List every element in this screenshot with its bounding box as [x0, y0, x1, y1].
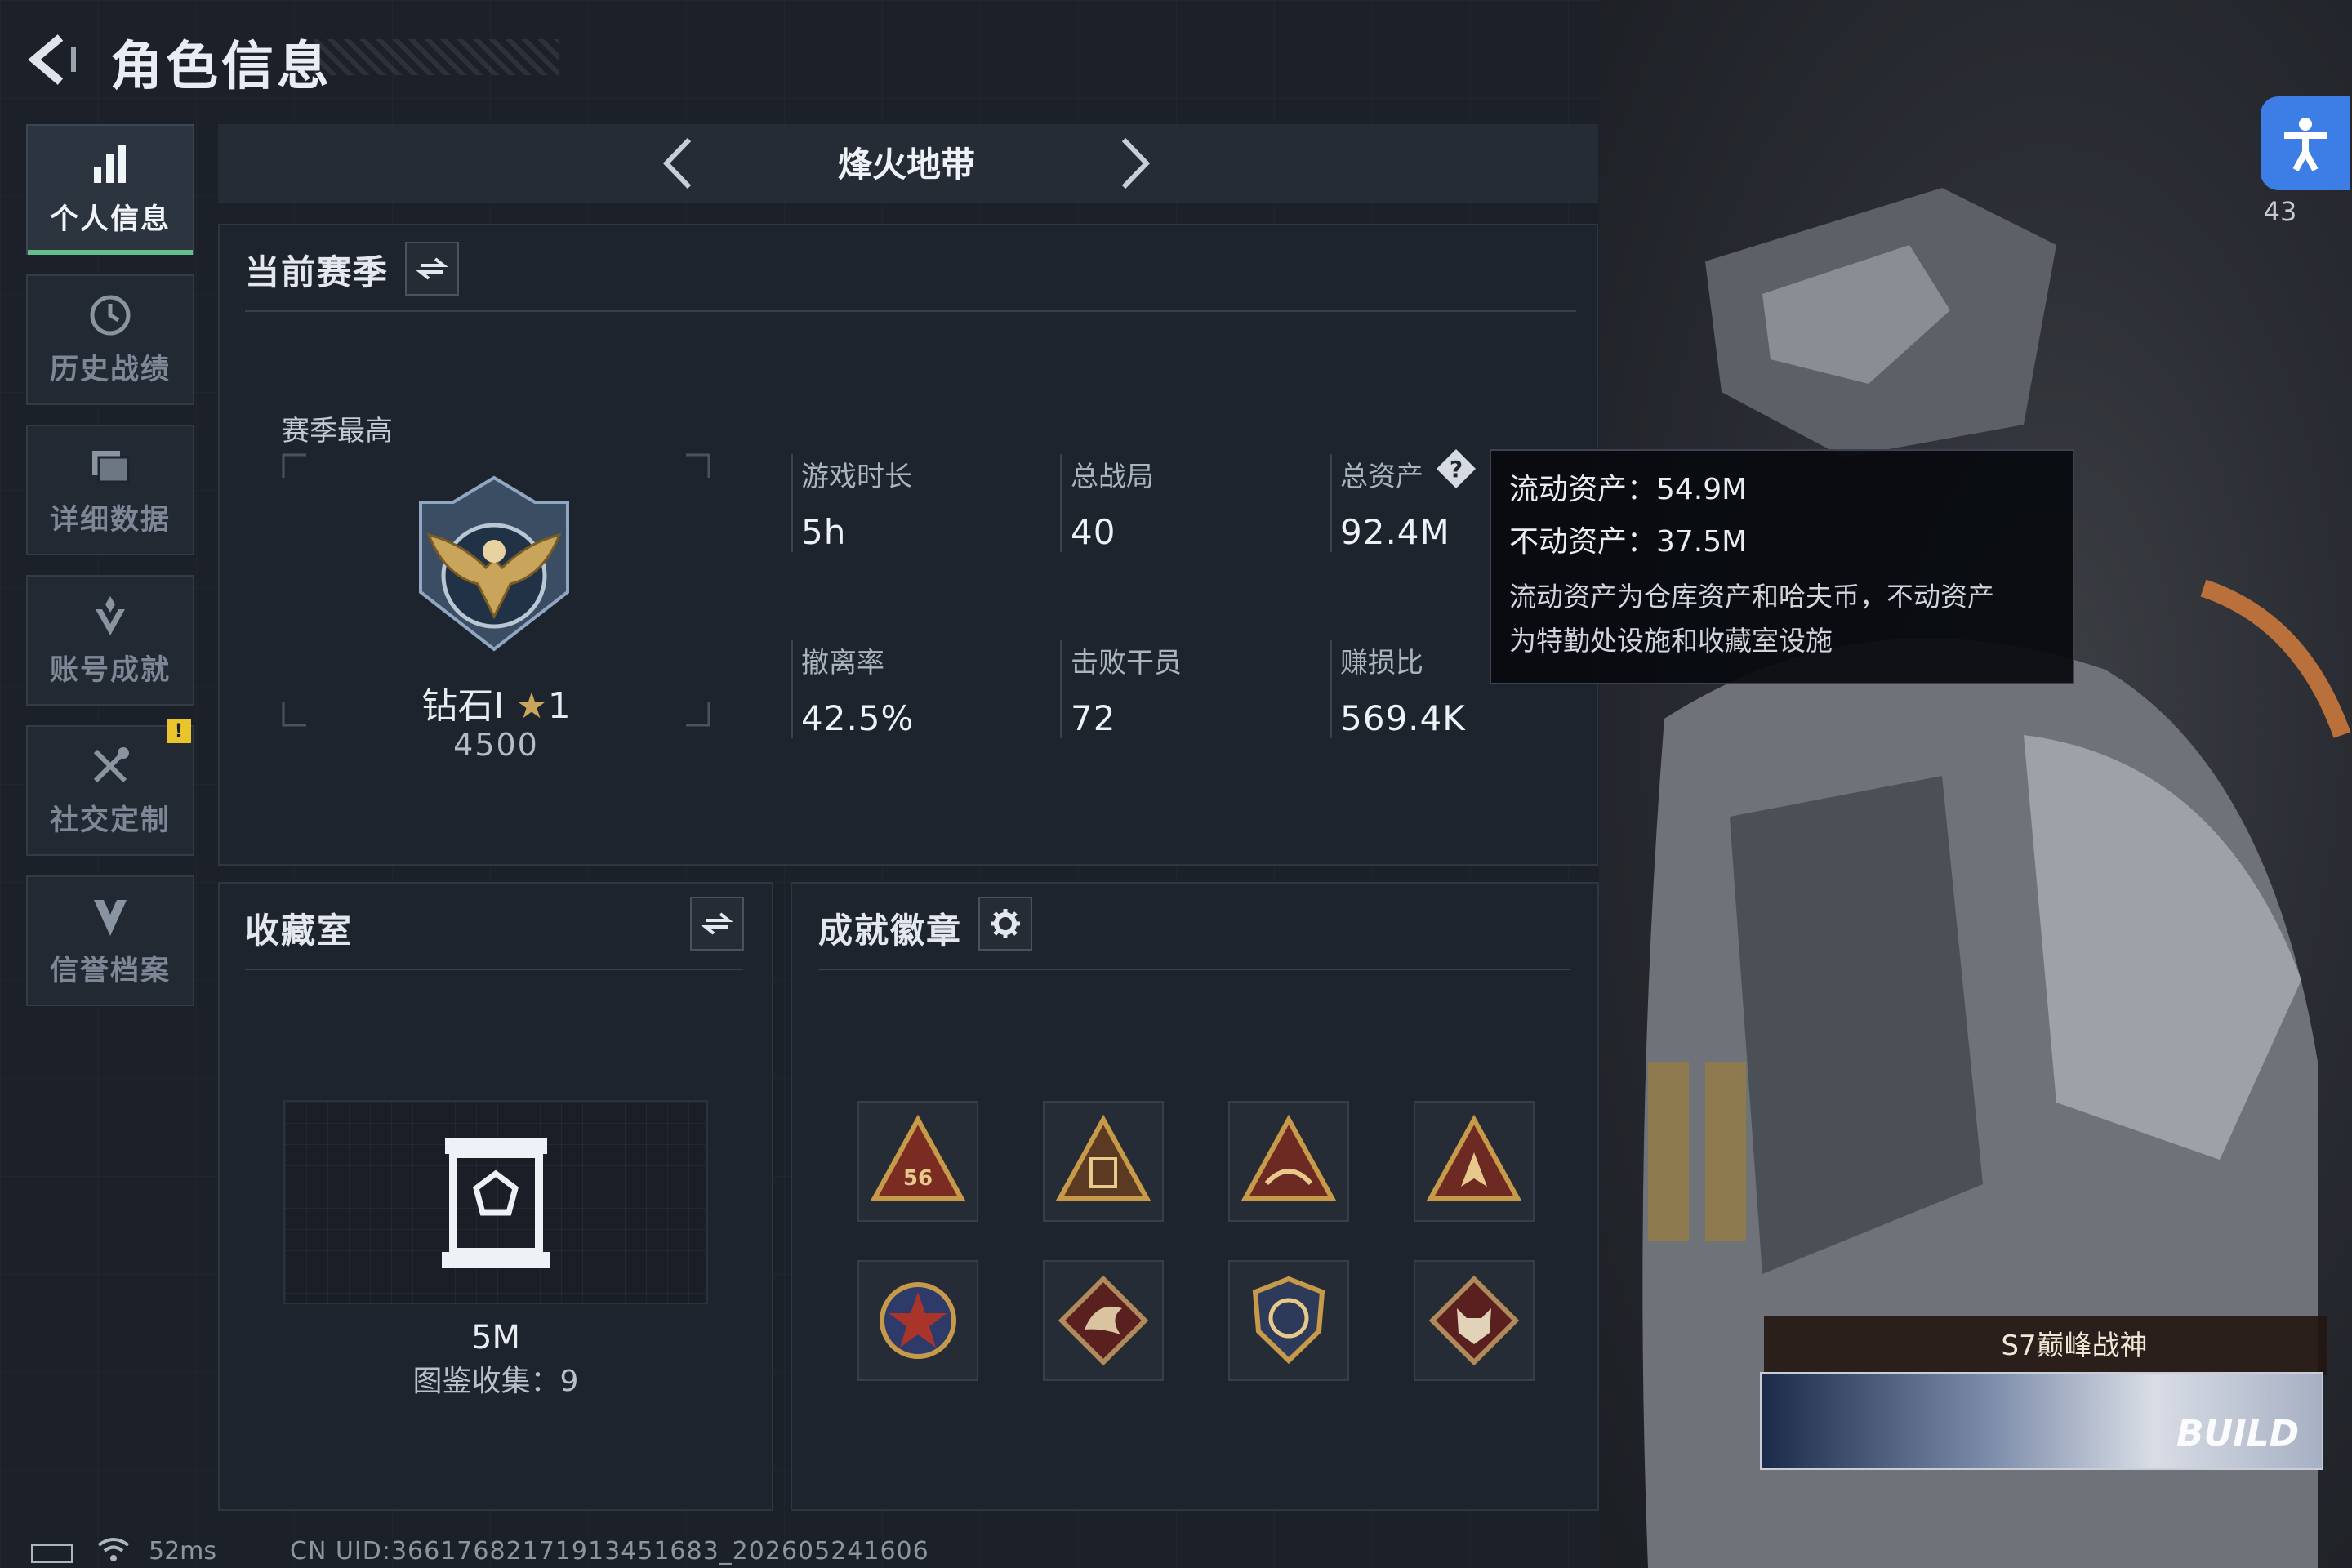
- page-title: 角色信息: [110, 37, 332, 97]
- star-badge-icon: [880, 1282, 956, 1359]
- sidebar-item-history[interactable]: 历史战绩: [26, 274, 194, 405]
- ping-count: 43: [2263, 196, 2297, 227]
- swap-icon: [701, 912, 733, 935]
- wifi-icon: [97, 1538, 130, 1561]
- display-case-icon: [442, 1138, 550, 1268]
- tooltip-description-2: 为特勤处设施和收藏室设施: [1509, 625, 1833, 657]
- rank-emblem-icon: [419, 475, 569, 652]
- triangle-badge-icon: [1241, 1114, 1337, 1200]
- title-decoration: [314, 39, 559, 75]
- battery-icon: [31, 1544, 74, 1563]
- mode-title: 烽火地带: [837, 145, 975, 185]
- fixed-assets: 不动资产：37.5M: [1509, 525, 1748, 559]
- stat-label: 撤离率: [801, 647, 884, 679]
- accessibility-icon: [2284, 117, 2327, 172]
- triangle-badge-icon: 56: [870, 1114, 966, 1200]
- badge-item[interactable]: [1043, 1101, 1164, 1222]
- badges-title: 成就徽章: [818, 911, 963, 951]
- sidebar-item-label: 详细数据: [49, 503, 171, 537]
- triangle-badge-icon: [1055, 1114, 1152, 1200]
- triangle-badge-icon: [1426, 1114, 1522, 1200]
- divider: [245, 310, 1576, 312]
- chevron-left-icon[interactable]: [653, 135, 702, 192]
- stat-label: 击败干员: [1071, 647, 1182, 679]
- season-switch-button[interactable]: [405, 242, 459, 296]
- tools-icon: [93, 746, 129, 782]
- stat-profit-ratio: 赚损比 569.4K: [1330, 640, 1466, 738]
- swap-icon: [416, 257, 448, 280]
- sidebar-item-achievements[interactable]: 账号成就: [26, 575, 194, 706]
- divider: [245, 969, 743, 970]
- chevron-right-icon[interactable]: [1111, 135, 1160, 192]
- asset-tooltip: 流动资产：54.9M 不动资产：37.5M 流动资产为仓库资产和哈夫币，不动资产…: [1490, 449, 2074, 684]
- help-icon[interactable]: ?: [1435, 448, 1477, 490]
- star-icon: ★: [515, 685, 548, 727]
- stat-value: 40: [1071, 512, 1116, 552]
- collection-value: 5M: [471, 1319, 520, 1356]
- stat-label: 总战局: [1071, 461, 1154, 493]
- stat-value: 5h: [801, 512, 847, 552]
- sidebar-item-label: 历史战绩: [49, 353, 171, 386]
- back-arrow-icon[interactable]: [24, 31, 90, 88]
- sidebar-item-label: 信誉档案: [49, 954, 171, 987]
- rank-name-line: 钻石Ⅰ ★1: [282, 676, 710, 728]
- shield-badge-icon: [1252, 1276, 1325, 1365]
- liquid-assets: 流动资产：54.9M: [1509, 473, 1748, 506]
- badge-item[interactable]: [858, 1260, 978, 1381]
- bar-chart-icon: [94, 145, 126, 183]
- banner-text: BUILD: [2176, 1413, 2300, 1454]
- sidebar-item-profile[interactable]: 个人信息: [26, 124, 194, 255]
- rank-stars: 1: [547, 685, 571, 727]
- tooltip-description-1: 流动资产为仓库资产和哈夫币，不动资产: [1509, 581, 1994, 612]
- sidebar-item-label: 个人信息: [49, 203, 171, 236]
- badge-item[interactable]: [1228, 1101, 1349, 1222]
- stat-value: 72: [1071, 698, 1116, 738]
- sidebar-item-social[interactable]: 社交定制: [26, 725, 194, 856]
- badge-item[interactable]: [1228, 1260, 1349, 1381]
- stat-label: 总资产: [1340, 461, 1423, 493]
- sidebar-item-reputation[interactable]: 信誉档案: [26, 875, 194, 1006]
- folder-icon: [92, 450, 130, 483]
- collection-switch-button[interactable]: [690, 897, 744, 951]
- latency: 52ms: [149, 1537, 217, 1566]
- sidebar-item-label: 社交定制: [49, 804, 171, 837]
- badges-settings-button[interactable]: [978, 897, 1032, 951]
- title-card-text: S7巅峰战神: [2001, 1330, 2148, 1362]
- alert-badge: !: [167, 719, 191, 743]
- sidebar-item-label: 账号成就: [49, 653, 171, 687]
- wolf-badge-icon: [1428, 1275, 1520, 1366]
- badge-item[interactable]: [1043, 1260, 1164, 1381]
- stat-matches: 总战局 40: [1060, 454, 1154, 552]
- badge-item[interactable]: 56: [858, 1101, 978, 1222]
- stat-total-assets: 总资产 92.4M: [1330, 454, 1450, 552]
- dragon-badge-icon: [1058, 1275, 1149, 1366]
- user-uid: CN UID:3661768217191345168​3_20260524160…: [290, 1537, 929, 1566]
- stat-kills: 击败干员 72: [1060, 640, 1182, 738]
- stat-label: 赚损比: [1340, 647, 1423, 679]
- history-icon: [90, 295, 131, 335]
- badge-item[interactable]: [1414, 1260, 1535, 1381]
- rank-name: 钻石Ⅰ: [421, 685, 505, 727]
- stat-value: 92.4M: [1340, 512, 1450, 552]
- svg-text:?: ?: [1450, 456, 1463, 483]
- stat-value: 42.5%: [801, 698, 915, 738]
- svg-text:56: 56: [903, 1166, 933, 1191]
- achievement-icon: [96, 595, 125, 635]
- stat-playtime: 游戏时长 5h: [791, 454, 912, 552]
- divider: [818, 969, 1570, 970]
- stat-extract-rate: 撤离率 42.5%: [791, 640, 914, 738]
- season-title: 当前赛季: [245, 252, 390, 292]
- stat-label: 游戏时长: [801, 461, 912, 493]
- collection-title: 收藏室: [245, 911, 354, 951]
- stat-value: 569.4K: [1340, 698, 1466, 738]
- season-best-label: 赛季最高: [282, 415, 393, 448]
- shield-icon: [94, 899, 127, 936]
- sidebar-item-details[interactable]: 详细数据: [26, 425, 194, 555]
- rank-score: 4500: [453, 727, 539, 763]
- badge-item[interactable]: [1414, 1101, 1535, 1222]
- accessibility-button[interactable]: [2261, 96, 2350, 190]
- gear-icon: [991, 909, 1020, 938]
- collection-count: 图鉴收集：9: [412, 1365, 579, 1398]
